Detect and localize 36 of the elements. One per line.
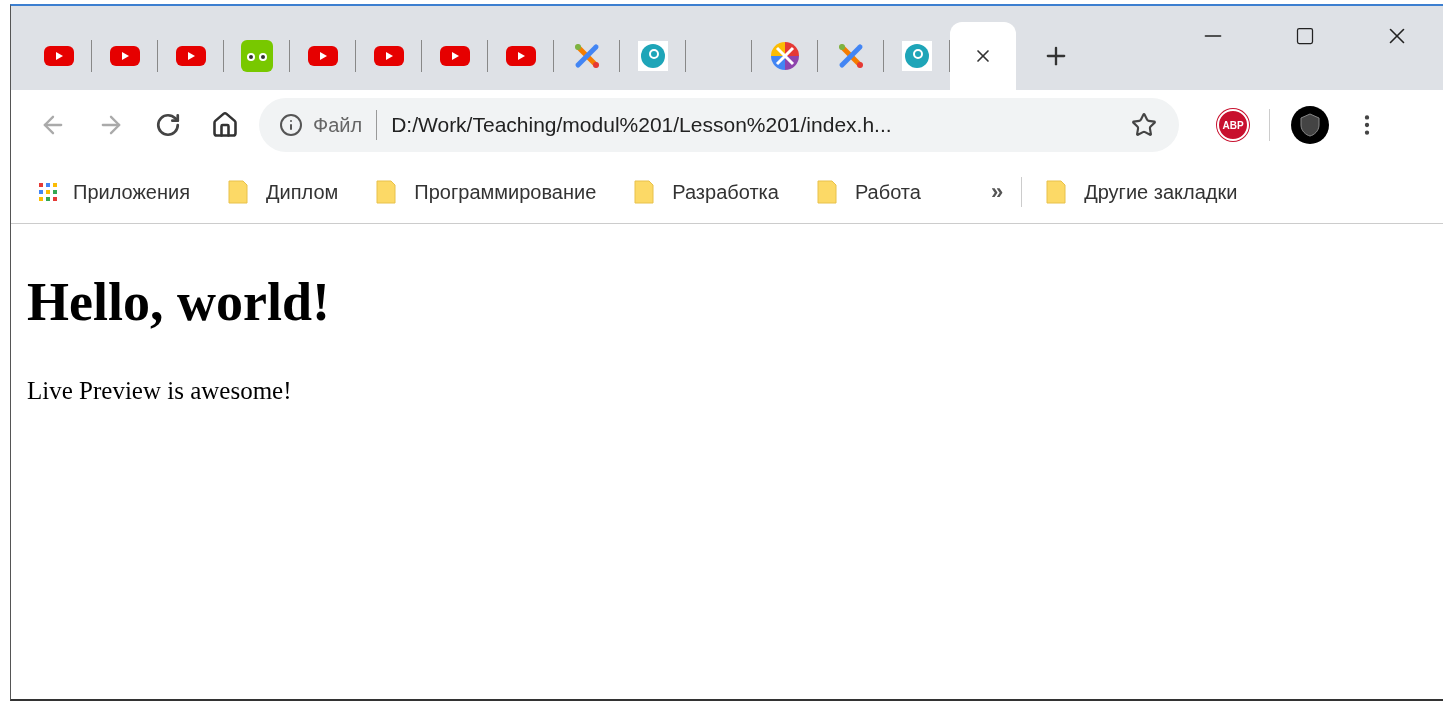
scheme-label: Файл (313, 113, 363, 138)
play-icon (44, 46, 74, 66)
apps-shortcut[interactable]: Приложения (39, 176, 190, 207)
play-icon (506, 46, 536, 66)
more-bookmarks-button[interactable]: » (990, 175, 1004, 208)
cross-logo-icon (836, 41, 866, 71)
bookmark-folder[interactable]: Программирование (376, 176, 597, 207)
folder-icon (816, 179, 837, 204)
page-paragraph: Live Preview is awesome! (27, 375, 293, 406)
url-text: D:/Work/Teaching/modul%201/Lesson%201/index.h... (391, 112, 892, 139)
play-icon (374, 46, 404, 66)
folder-icon (634, 179, 655, 204)
bookmark-folder[interactable]: Работа (816, 176, 921, 207)
play-icon (176, 46, 206, 66)
info-icon[interactable] (279, 113, 303, 137)
page-heading: Hello, world! (27, 271, 331, 334)
folder-icon (376, 179, 397, 204)
play-icon (110, 46, 140, 66)
adblock-button[interactable]: ABP (1217, 109, 1249, 141)
folder-icon (1046, 179, 1067, 204)
owl-icon (241, 40, 273, 72)
address-bar[interactable]: Файл D:/Work/Teaching/modul%201/Lesson%201/index.h... (259, 98, 1179, 152)
maximize-icon[interactable] (1295, 26, 1315, 46)
bookmark-folder[interactable]: Другие закладки (1046, 176, 1238, 207)
apps-grid-icon (39, 182, 57, 201)
bookmark-folder[interactable]: Диплом (228, 176, 339, 207)
pinwheel-icon (769, 40, 801, 72)
home-icon[interactable] (211, 111, 239, 139)
bookmark-folder[interactable]: Разработка (634, 176, 779, 207)
bookmark-star-icon[interactable] (1131, 112, 1157, 138)
shield-icon[interactable] (1290, 105, 1330, 145)
play-icon (308, 46, 338, 66)
reload-icon[interactable] (155, 112, 181, 138)
folder-icon (228, 179, 248, 204)
cross-logo-icon (572, 41, 602, 71)
play-icon (440, 46, 470, 66)
